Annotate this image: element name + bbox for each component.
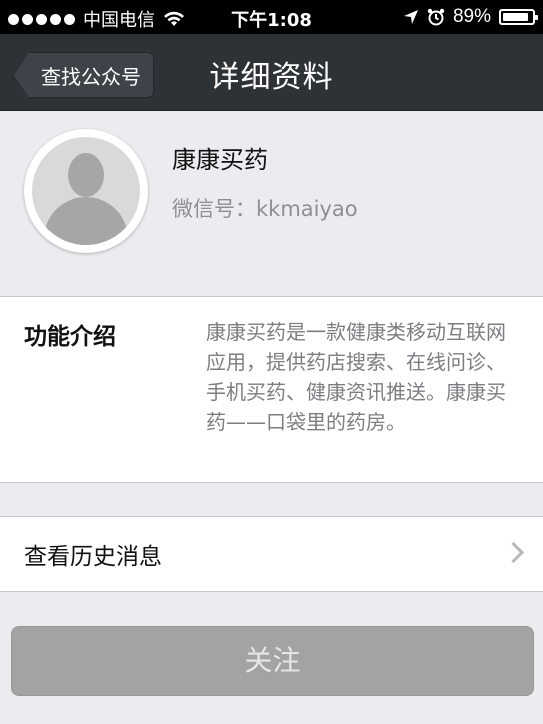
status-bar: 中国电信 下午1:08 89% bbox=[0, 0, 543, 34]
avatar bbox=[24, 129, 148, 253]
view-history-messages-row[interactable]: 查看历史消息 bbox=[0, 516, 543, 592]
follow-button[interactable]: 关注 bbox=[11, 626, 534, 696]
account-name: 康康买药 bbox=[172, 146, 268, 174]
chevron-right-icon bbox=[502, 541, 525, 564]
function-intro-description: 康康买药是一款健康类移动互联网应用，提供药店搜索、在线问诊、手机买药、健康资讯推… bbox=[206, 320, 506, 434]
default-avatar-icon bbox=[32, 137, 140, 245]
function-intro-section: 功能介绍 康康买药是一款健康类移动互联网应用，提供药店搜索、在线问诊、手机买药、… bbox=[0, 296, 543, 483]
alarm-clock-icon bbox=[427, 8, 445, 26]
battery-fill bbox=[503, 13, 528, 21]
view-history-messages-label: 查看历史消息 bbox=[24, 544, 162, 570]
location-arrow-icon bbox=[403, 10, 418, 24]
function-intro-label: 功能介绍 bbox=[24, 324, 116, 350]
page-title: 详细资料 bbox=[209, 60, 334, 95]
wechat-id: 微信号：kkmaiyao bbox=[172, 197, 358, 221]
battery-percentage: 89% bbox=[452, 6, 491, 27]
battery-icon bbox=[499, 9, 538, 25]
navigation-bar: 查找公众号 详细资料 bbox=[0, 34, 543, 111]
